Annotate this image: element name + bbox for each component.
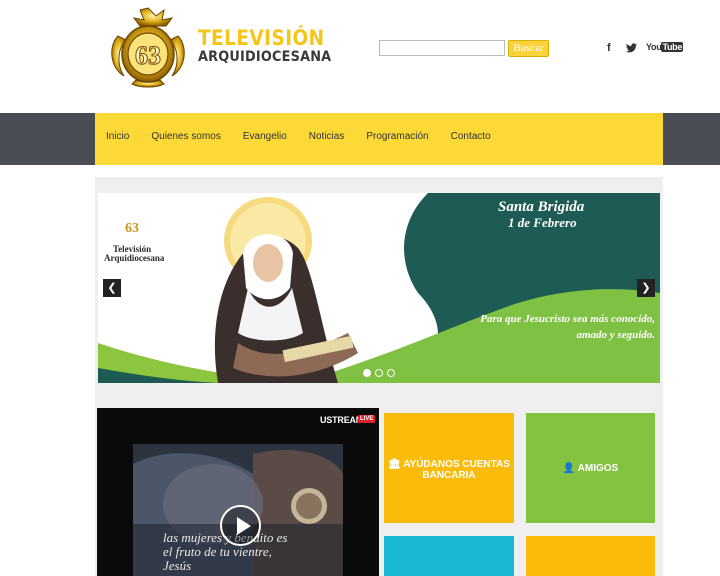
video-caption-line2: el fruto de tu vientre, (163, 544, 272, 559)
twitter-icon[interactable] (626, 43, 637, 53)
logo-subtitle[interactable]: ARQUIDIOCESANA (198, 49, 331, 65)
slide-logo-line2: Arquidiocesana (104, 253, 165, 263)
nav-item-quienes-somos[interactable]: Quienes somos (151, 131, 220, 142)
chevron-right-icon: ❯ (641, 282, 651, 294)
video-caption-line3: Jesús (163, 558, 192, 573)
tile-friends[interactable]: 👤 AMIGOS (526, 413, 655, 523)
tile-yellow[interactable] (526, 536, 655, 576)
nav-item-contacto[interactable]: Contacto (451, 131, 491, 142)
search-button[interactable]: Buscar (508, 40, 549, 57)
nav-item-noticias[interactable]: Noticias (309, 131, 345, 142)
slide-date: 1 de Febrero (508, 215, 577, 230)
tile-donate-label: 🏛 AYÚDANOS CUENTAS BANCARIA (384, 459, 514, 481)
nav-item-evangelio[interactable]: Evangelio (243, 131, 287, 142)
svg-text:63: 63 (135, 41, 161, 70)
play-button[interactable] (220, 505, 261, 546)
youtube-tube: Tube (661, 42, 684, 52)
tile-friends-label: 👤 AMIGOS (526, 463, 655, 474)
user-icon: 👤 (562, 463, 576, 474)
ustream-logo: USTREAM (320, 415, 364, 425)
slide-caption: Para que Jesucristo sea más conocido, am… (480, 313, 655, 341)
tile-cyan[interactable] (384, 536, 514, 576)
slide-logo-number: 63 (125, 221, 139, 236)
nav-list: Inicio Quienes somos Evangelio Noticias … (106, 131, 513, 142)
tile-donate-line1: AYÚDANOS CUENTAS (403, 459, 510, 470)
slide-heading: Santa Brigida (498, 199, 585, 215)
logo-emblem[interactable]: 63 (106, 6, 190, 90)
search-input[interactable] (379, 40, 505, 56)
slider-dot-2[interactable] (375, 369, 383, 377)
slider-next-button[interactable]: ❯ (637, 279, 655, 297)
slider-prev-button[interactable]: ❮ (103, 279, 121, 297)
slider-dot-3[interactable] (387, 369, 395, 377)
play-icon (237, 517, 251, 535)
chevron-left-icon: ❮ (107, 282, 117, 294)
youtube-icon[interactable]: YouTube (646, 42, 684, 52)
tile-donate-line2: BANCARIA (422, 470, 476, 481)
youtube-you: You (646, 42, 662, 52)
site-header: 63 TELEVISIÓN ARQUIDIOCESANA Buscar f Yo… (0, 0, 720, 113)
slider-dot-1[interactable] (363, 369, 371, 377)
tile-friends-text: AMIGOS (577, 463, 619, 474)
logo-title[interactable]: TELEVISIÓN (198, 26, 325, 50)
tile-donate[interactable]: 🏛 AYÚDANOS CUENTAS BANCARIA (384, 413, 514, 523)
facebook-icon[interactable]: f (607, 42, 611, 54)
nav-item-programacion[interactable]: Programación (366, 131, 428, 142)
bank-icon: 🏛 (388, 459, 401, 470)
live-badge: LIVE (358, 415, 376, 423)
nav-item-inicio[interactable]: Inicio (106, 131, 129, 142)
